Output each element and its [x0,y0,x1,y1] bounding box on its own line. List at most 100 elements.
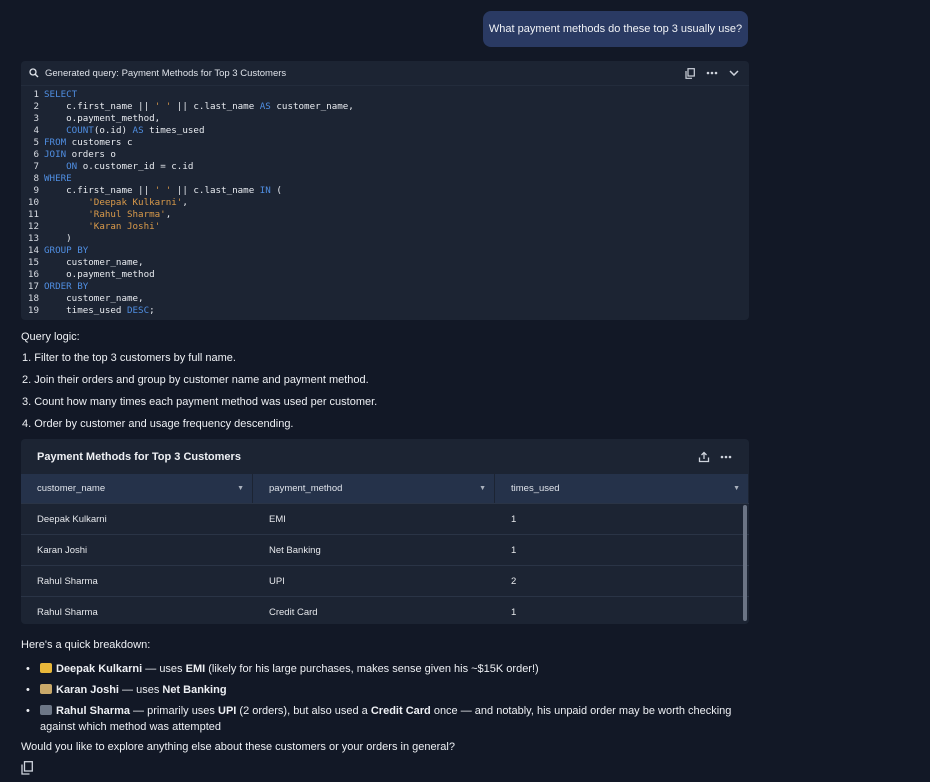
code-text: customer_name, [44,257,143,269]
text: — uses [118,684,163,696]
table-cell: 1 [511,513,517,525]
sql-string: 'Deepak Kulkarni' [88,197,183,208]
code-line: 10 'Deepak Kulkarni', [21,197,749,209]
breakdown-title: Here's a quick breakdown: [21,639,151,651]
code-line: 14 GROUP BY [21,245,749,257]
user-message-bubble: What payment methods do these top 3 usua… [483,11,748,47]
code-text: ON o.customer_id = c.id [44,161,193,173]
share-icon[interactable] [697,450,711,464]
chevron-down-icon[interactable] [727,66,741,80]
text: (likely for his large purchases, makes s… [205,663,539,675]
line-number: 5 [33,137,39,148]
code-text: COUNT(o.id) AS times_used [44,125,204,137]
line-number: 6 [33,149,39,160]
mobile-phone-icon [40,705,52,715]
text: — uses [142,663,186,675]
query-logic-step: 1. Filter to the top 3 customers by full… [22,352,236,364]
line-number: 1 [33,89,39,100]
sql-keyword: IN [259,185,271,196]
results-table-card: Payment Methods for Top 3 Customers cust… [21,439,749,624]
bold-text: Deepak Kulkarni [56,663,143,675]
sql-text: times_used [143,125,205,136]
code-block-title: Generated query: Payment Methods for Top… [45,67,287,79]
bold-text: EMI [185,663,206,675]
text: (2 orders), but also used a [236,705,371,717]
line-number: 14 [27,245,39,256]
code-text: customer_name, [44,293,144,305]
code-text: ORDER BY [44,281,88,293]
sql-keyword: SELECT [44,89,78,100]
table-row: Deepak Kulkarni EMI 1 [21,503,749,534]
line-number: 18 [27,293,39,304]
bold-text: Credit Card [370,705,431,717]
code-line: 11 'Rahul Sharma', [21,209,749,221]
breakdown-bullet: Karan Joshi — uses Net Banking [21,682,741,698]
sort-arrow-icon[interactable]: ▼ [733,485,740,492]
copy-icon[interactable] [683,66,697,80]
code-line: 17 ORDER BY [21,281,749,293]
sql-text: customers c [66,137,133,148]
sql-text: ( [270,185,282,196]
column-header-times-used[interactable]: times_used ▼ [495,474,749,503]
column-header-customer-name[interactable]: customer_name ▼ [21,474,253,503]
column-header-payment-method[interactable]: payment_method ▼ [253,474,495,503]
line-number: 2 [33,101,39,112]
table-cell: Deepak Kulkarni [37,513,107,525]
table-cell: UPI [269,575,285,587]
sort-arrow-icon[interactable]: ▼ [479,485,486,492]
code-line: 15 customer_name, [21,257,749,269]
table-scrollbar[interactable] [743,505,747,621]
sql-text: c.first_name || [44,185,155,196]
line-number: 17 [27,281,39,292]
more-options-icon[interactable] [705,66,719,80]
table-cell: Credit Card [269,606,318,618]
code-line: 12 'Karan Joshi' [21,221,749,233]
code-text: times_used DESC; [44,305,155,317]
line-number: 19 [27,305,39,316]
column-header-label: payment_method [269,483,343,494]
code-line: 1 SELECT [21,89,749,101]
sql-text: o.payment_method [44,269,155,280]
table-row: Rahul Sharma UPI 2 [21,565,749,596]
code-line: 13 ) [21,233,749,245]
query-logic-title: Query logic: [21,331,80,343]
line-number: 16 [27,269,39,280]
code-text: ) [44,233,72,245]
bold-text: Net Banking [162,684,227,696]
sql-text: orders o [66,149,116,160]
sql-text: o.customer_id = c.id [77,161,194,172]
results-table-header: Payment Methods for Top 3 Customers [21,439,749,474]
code-text: WHERE [44,173,72,185]
table-cell: Karan Joshi [37,544,88,556]
code-text: c.first_name || ' ' || c.last_name AS cu… [44,101,354,113]
table-row: Karan Joshi Net Banking 1 [21,534,749,565]
code-line: 3 o.payment_method, [21,113,749,125]
line-number: 3 [33,113,39,124]
user-message-text: What payment methods do these top 3 usua… [488,23,743,35]
code-text: 'Deepak Kulkarni', [44,197,188,209]
sql-string: 'Rahul Sharma' [88,209,166,220]
bold-text: Karan Joshi [56,684,119,696]
code-text: 'Rahul Sharma', [44,209,171,221]
sql-keyword: COUNT [66,125,94,136]
code-text: FROM customers c [44,137,133,149]
line-number: 15 [27,257,39,268]
table-cell: Rahul Sharma [37,575,98,587]
copy-response-icon[interactable] [21,761,35,775]
breakdown-bullet: Rahul Sharma — primarily uses UPI (2 ord… [21,703,741,735]
results-table-title: Payment Methods for Top 3 Customers [37,450,241,463]
code-line: 6 JOIN orders o [21,149,749,161]
sql-string: 'Karan Joshi' [88,221,161,232]
sql-text: || c.last_name [171,185,260,196]
more-options-icon[interactable] [719,450,733,464]
sql-keyword: AS [132,125,144,136]
query-logic-step: 3. Count how many times each payment met… [22,396,378,408]
code-line: 19 times_used DESC; [21,305,749,317]
sql-text: c.first_name || [44,101,155,112]
sql-text: times_used [44,305,127,316]
sort-arrow-icon[interactable]: ▼ [237,485,244,492]
sql-text: customer_name, [44,293,144,304]
